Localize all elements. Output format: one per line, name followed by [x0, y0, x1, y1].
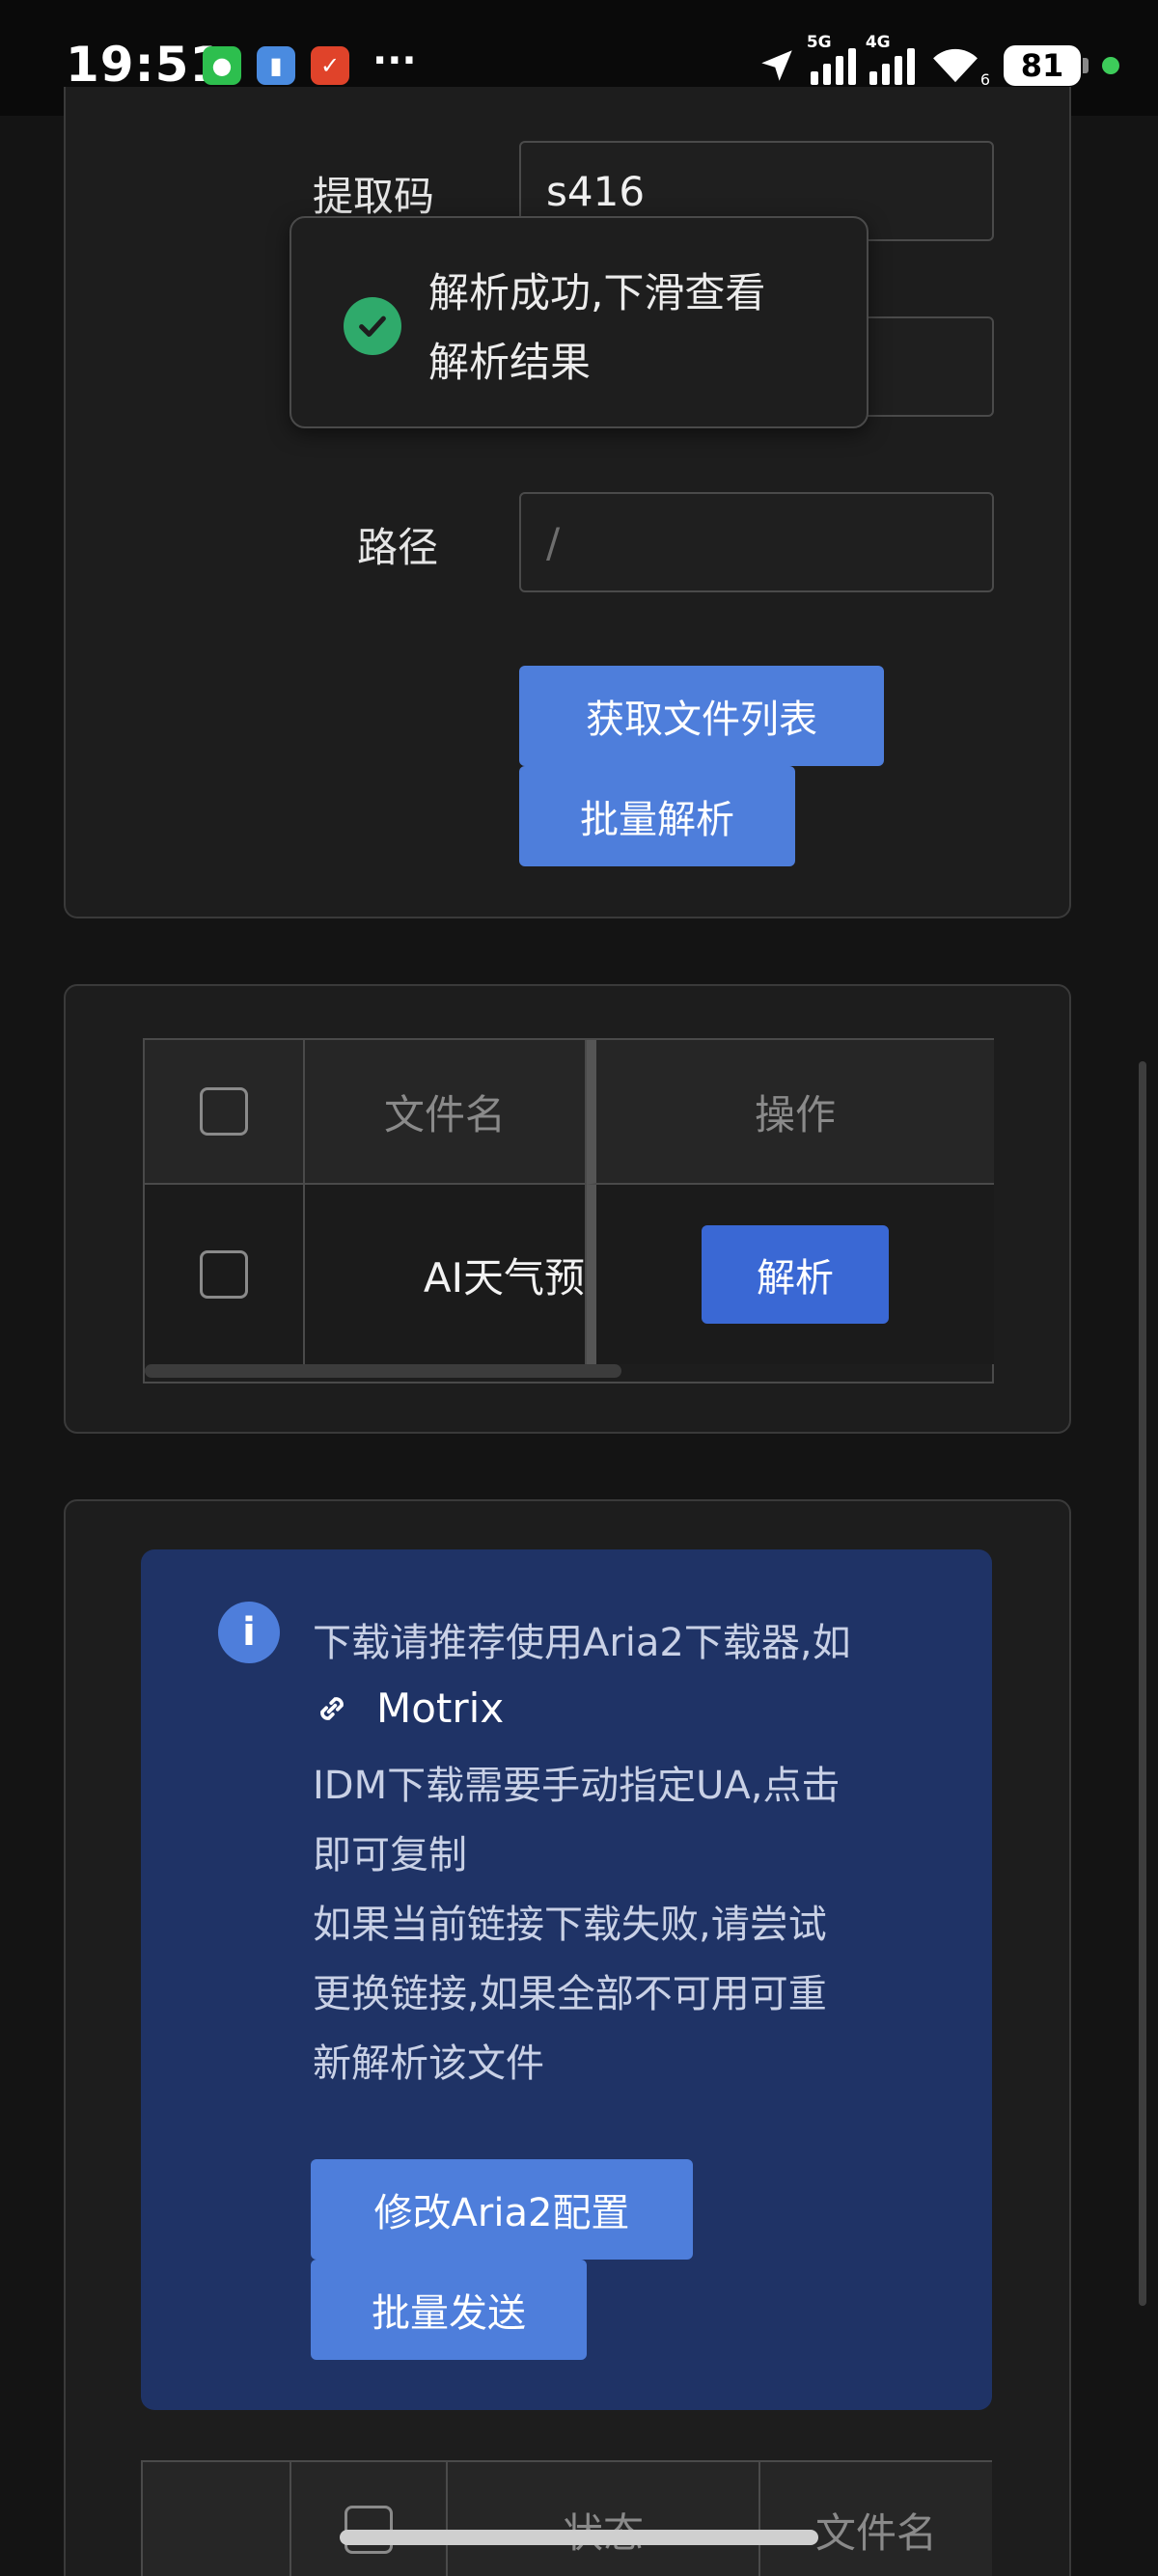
alert-line-5: 更换链接,如果全部不可用可重 — [313, 1972, 827, 2016]
download-info-alert: i 下载请推荐使用Aria2下载器,如 Motrix IDM下载需要手动指定UA… — [141, 1549, 992, 2410]
privacy-indicator-dot — [1102, 57, 1119, 74]
stats-app-icon: ▮ — [257, 46, 295, 85]
code-label: 提取码 — [313, 173, 435, 220]
get-file-list-button[interactable]: 获取文件列表 — [519, 666, 884, 766]
link-header-status: 状态 — [448, 2462, 760, 2576]
alert-line-6: 新解析该文件 — [313, 2042, 544, 2086]
header-action: 操作 — [587, 1040, 994, 1185]
parse-form-card: 提取码 s416 路径 / 获取文件列表 批量解析 — [64, 87, 1071, 918]
edit-aria2-config-button[interactable]: 修改Aria2配置 — [311, 2159, 693, 2260]
table-horizontal-scrollbar[interactable] — [145, 1364, 621, 1378]
toast-message: 解析成功,下滑查看 解析结果 — [428, 269, 766, 386]
signal-5g-icon: 5G — [807, 33, 856, 85]
select-all-cell — [145, 1040, 305, 1185]
row-select-cell — [145, 1185, 305, 1364]
messages-app-icon: ● — [203, 46, 241, 85]
signal-4g-icon: 4G — [866, 33, 915, 85]
wifi-level: 6 — [979, 69, 990, 89]
home-indicator[interactable] — [340, 2530, 818, 2545]
battery-tip — [1083, 58, 1089, 73]
path-label: 路径 — [357, 524, 439, 571]
info-icon: i — [218, 1602, 280, 1663]
batch-parse-button[interactable]: 批量解析 — [519, 766, 795, 866]
check-circle-icon — [344, 297, 401, 355]
battery-icon: 81 — [1004, 45, 1081, 86]
success-toast: 解析成功,下滑查看 解析结果 — [290, 216, 868, 428]
alert-line-2[interactable]: IDM下载需要手动指定UA,点击 — [313, 1754, 840, 1810]
page-vertical-scrollbar[interactable] — [1139, 1061, 1146, 2306]
header-filename: 文件名 — [305, 1040, 587, 1185]
alert-line-4: 如果当前链接下载失败,请尝试 — [313, 1903, 827, 1947]
motrix-link[interactable]: Motrix — [313, 1685, 504, 1732]
alert-line-1: 下载请推荐使用Aria2下载器,如 — [313, 1621, 851, 1665]
row-filename: AI天气预 — [305, 1185, 587, 1364]
link-icon — [320, 1696, 344, 1720]
link-header-filename: 文件名 — [760, 2462, 992, 2576]
location-icon — [761, 50, 792, 81]
link-table: 状态 文件名 — [141, 2460, 992, 2576]
link-header-blank — [143, 2462, 291, 2576]
row-checkbox[interactable] — [200, 1250, 248, 1299]
row-action-cell: 解析 — [587, 1185, 994, 1364]
alert-line-3[interactable]: 即可复制 — [313, 1823, 467, 1879]
file-table: 文件名 操作 AI天气预 解析 — [143, 1038, 994, 1384]
select-all-checkbox[interactable] — [200, 1087, 248, 1136]
parse-row-button[interactable]: 解析 — [702, 1225, 889, 1324]
batch-send-button[interactable]: 批量发送 — [311, 2260, 587, 2360]
red-app-icon: ✓ — [311, 46, 349, 85]
file-list-card: 文件名 操作 AI天气预 解析 — [64, 984, 1071, 1434]
status-time: 19:51 — [66, 37, 225, 93]
path-input[interactable]: / — [519, 492, 994, 592]
link-select-all-cell — [291, 2462, 448, 2576]
wifi-icon — [932, 48, 978, 83]
more-notifications-icon: ··· — [372, 39, 417, 83]
